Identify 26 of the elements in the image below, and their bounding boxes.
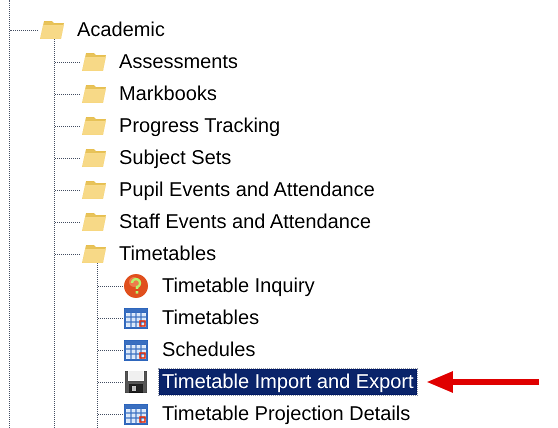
tree-item[interactable]: Assessments [116, 49, 241, 75]
folder-icon [80, 211, 108, 233]
tree-item[interactable]: Timetable Inquiry [159, 273, 318, 299]
folder-icon [80, 83, 108, 105]
folder-icon [38, 19, 66, 41]
folder-icon [80, 51, 108, 73]
calendar-icon [123, 338, 149, 362]
calendar-icon [123, 306, 149, 330]
tree-item[interactable]: Staff Events and Attendance [116, 209, 374, 235]
calendar-icon [123, 402, 149, 426]
tree-item[interactable]: Timetable Projection Details [159, 401, 414, 427]
tree-item[interactable]: Schedules [159, 337, 258, 363]
tree-item[interactable]: Pupil Events and Attendance [116, 177, 378, 203]
folder-icon [80, 243, 108, 265]
tree-item[interactable]: Timetable Import and Export [159, 369, 417, 395]
arrow-icon [426, 370, 539, 394]
tree-item[interactable]: Progress Tracking [116, 113, 284, 139]
tree-item[interactable]: Academic [74, 17, 168, 43]
folder-icon [80, 179, 108, 201]
tree-item[interactable]: Timetables [159, 305, 262, 331]
folder-icon [80, 115, 108, 137]
tree-item[interactable]: Markbooks [116, 81, 220, 107]
folder-icon [80, 147, 108, 169]
tree-item[interactable]: Timetables [116, 241, 220, 267]
question-mark-icon [123, 273, 149, 299]
tree-item[interactable]: Subject Sets [116, 145, 234, 171]
